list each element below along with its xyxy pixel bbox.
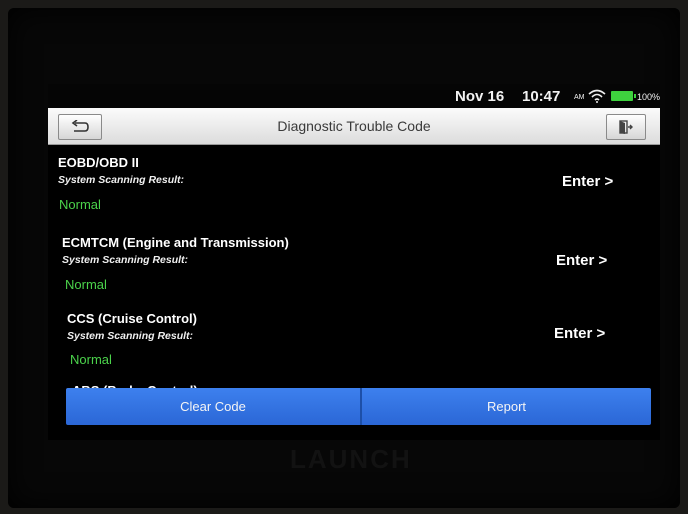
scan-status: Normal — [65, 277, 107, 292]
device-screen: Nov 16 10:47 AM 100% Diagnostic Trouble … — [48, 84, 660, 440]
battery-icon — [611, 91, 636, 101]
enter-button[interactable]: Enter > — [556, 252, 607, 269]
scan-result-label: System Scanning Result: — [67, 330, 194, 342]
scan-result-label: System Scanning Result: — [58, 174, 185, 186]
page-title: Diagnostic Trouble Code — [277, 118, 431, 134]
battery-percent: 100% — [637, 92, 660, 102]
scan-result-label: System Scanning Result: — [62, 254, 189, 266]
enter-button[interactable]: Enter > — [554, 325, 605, 342]
scan-status: Normal — [59, 197, 101, 212]
enter-button[interactable]: Enter > — [562, 173, 613, 190]
status-date: Nov 16 — [455, 88, 505, 105]
exit-icon — [619, 120, 633, 134]
system-name: CCS (Cruise Control) — [67, 311, 197, 326]
report-button[interactable]: Report — [362, 388, 651, 425]
system-name: ECMTCM (Engine and Transmission) — [62, 235, 289, 250]
status-ampm: AM — [574, 94, 585, 101]
device-brand-logo: LAUNCH — [290, 444, 412, 474]
clear-code-button[interactable]: Clear Code — [66, 388, 360, 425]
system-item-ecmtcm[interactable]: ECMTCM (Engine and Transmission) System … — [48, 235, 660, 313]
status-time: 10:47 — [522, 88, 561, 105]
system-item-ccs[interactable]: CCS (Cruise Control) System Scanning Res… — [48, 311, 660, 389]
exit-button[interactable] — [606, 114, 646, 140]
wifi-icon — [588, 89, 606, 103]
system-name: EOBD/OBD II — [58, 155, 139, 170]
scan-status: Normal — [70, 352, 112, 367]
system-list: EOBD/OBD II System Scanning Result: Norm… — [48, 145, 660, 405]
action-bar: Clear Code Report — [66, 388, 651, 425]
title-bar: Diagnostic Trouble Code — [48, 108, 660, 145]
status-bar: Nov 16 10:47 AM 100% — [48, 84, 660, 108]
system-item-eobd[interactable]: EOBD/OBD II System Scanning Result: Norm… — [48, 155, 660, 233]
